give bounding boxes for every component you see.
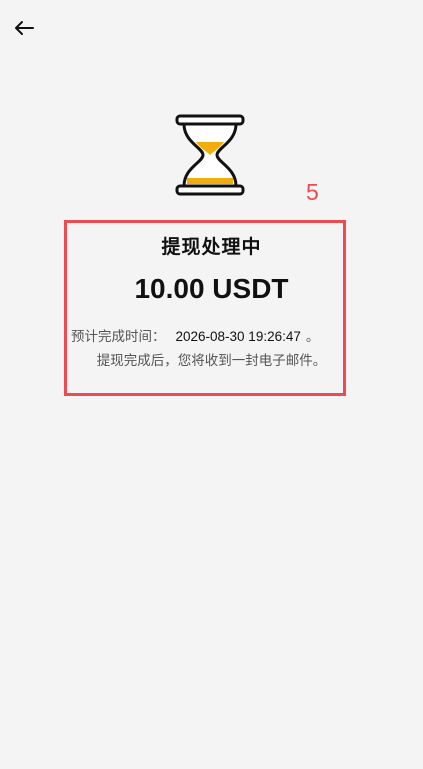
annotation-label: 5 xyxy=(306,179,319,205)
hourglass-icon xyxy=(175,114,245,196)
email-note: 提现完成后，您将收到一封电子邮件。 xyxy=(96,353,327,368)
estimated-time-value: 2026-08-30 19:26:47 xyxy=(175,329,301,344)
status-title: 提现处理中 xyxy=(161,237,262,258)
estimated-time-period: 。 xyxy=(305,329,320,344)
back-button[interactable] xyxy=(11,16,37,40)
withdraw-amount: 10.00 USDT xyxy=(134,273,289,304)
arrow-left-icon xyxy=(15,21,34,35)
estimated-time-row: 预计完成时间： 2026-08-30 19:26:47 。 xyxy=(71,325,319,345)
estimated-time-label: 预计完成时间： xyxy=(71,329,166,344)
